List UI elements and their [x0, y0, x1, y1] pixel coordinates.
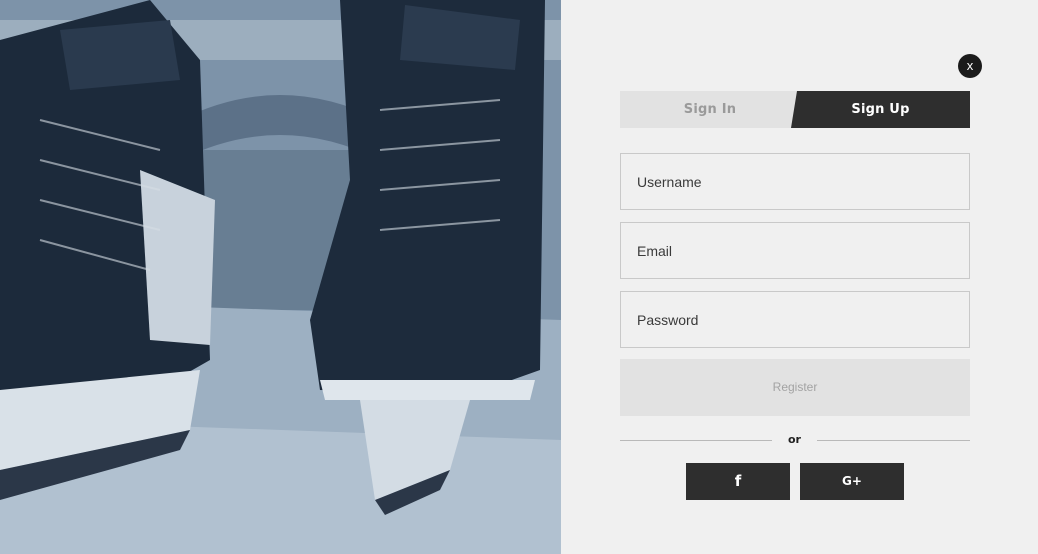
- signup-modal: x Sign In Sign Up Register or f G+: [0, 0, 1038, 554]
- skates-illustration: [0, 0, 561, 554]
- username-field[interactable]: [621, 154, 969, 209]
- auth-tabs: Sign In Sign Up: [620, 91, 970, 128]
- facebook-login-button[interactable]: f: [686, 463, 790, 500]
- google-plus-icon: G+: [842, 474, 862, 488]
- or-divider: or: [620, 430, 970, 450]
- tab-sign-up[interactable]: Sign Up: [791, 91, 970, 128]
- password-field-box: [620, 291, 970, 348]
- divider-line-right: [817, 440, 970, 441]
- hero-photo: [0, 0, 561, 554]
- tab-sign-in[interactable]: Sign In: [620, 91, 800, 128]
- password-field[interactable]: [621, 292, 969, 347]
- email-field-box: [620, 222, 970, 279]
- close-button[interactable]: x: [958, 54, 982, 78]
- email-field[interactable]: [621, 223, 969, 278]
- register-button[interactable]: Register: [620, 359, 970, 416]
- google-plus-login-button[interactable]: G+: [800, 463, 904, 500]
- or-label: or: [788, 433, 801, 446]
- close-icon: x: [966, 58, 974, 73]
- divider-line-left: [620, 440, 772, 441]
- username-field-box: [620, 153, 970, 210]
- facebook-icon: f: [734, 472, 742, 490]
